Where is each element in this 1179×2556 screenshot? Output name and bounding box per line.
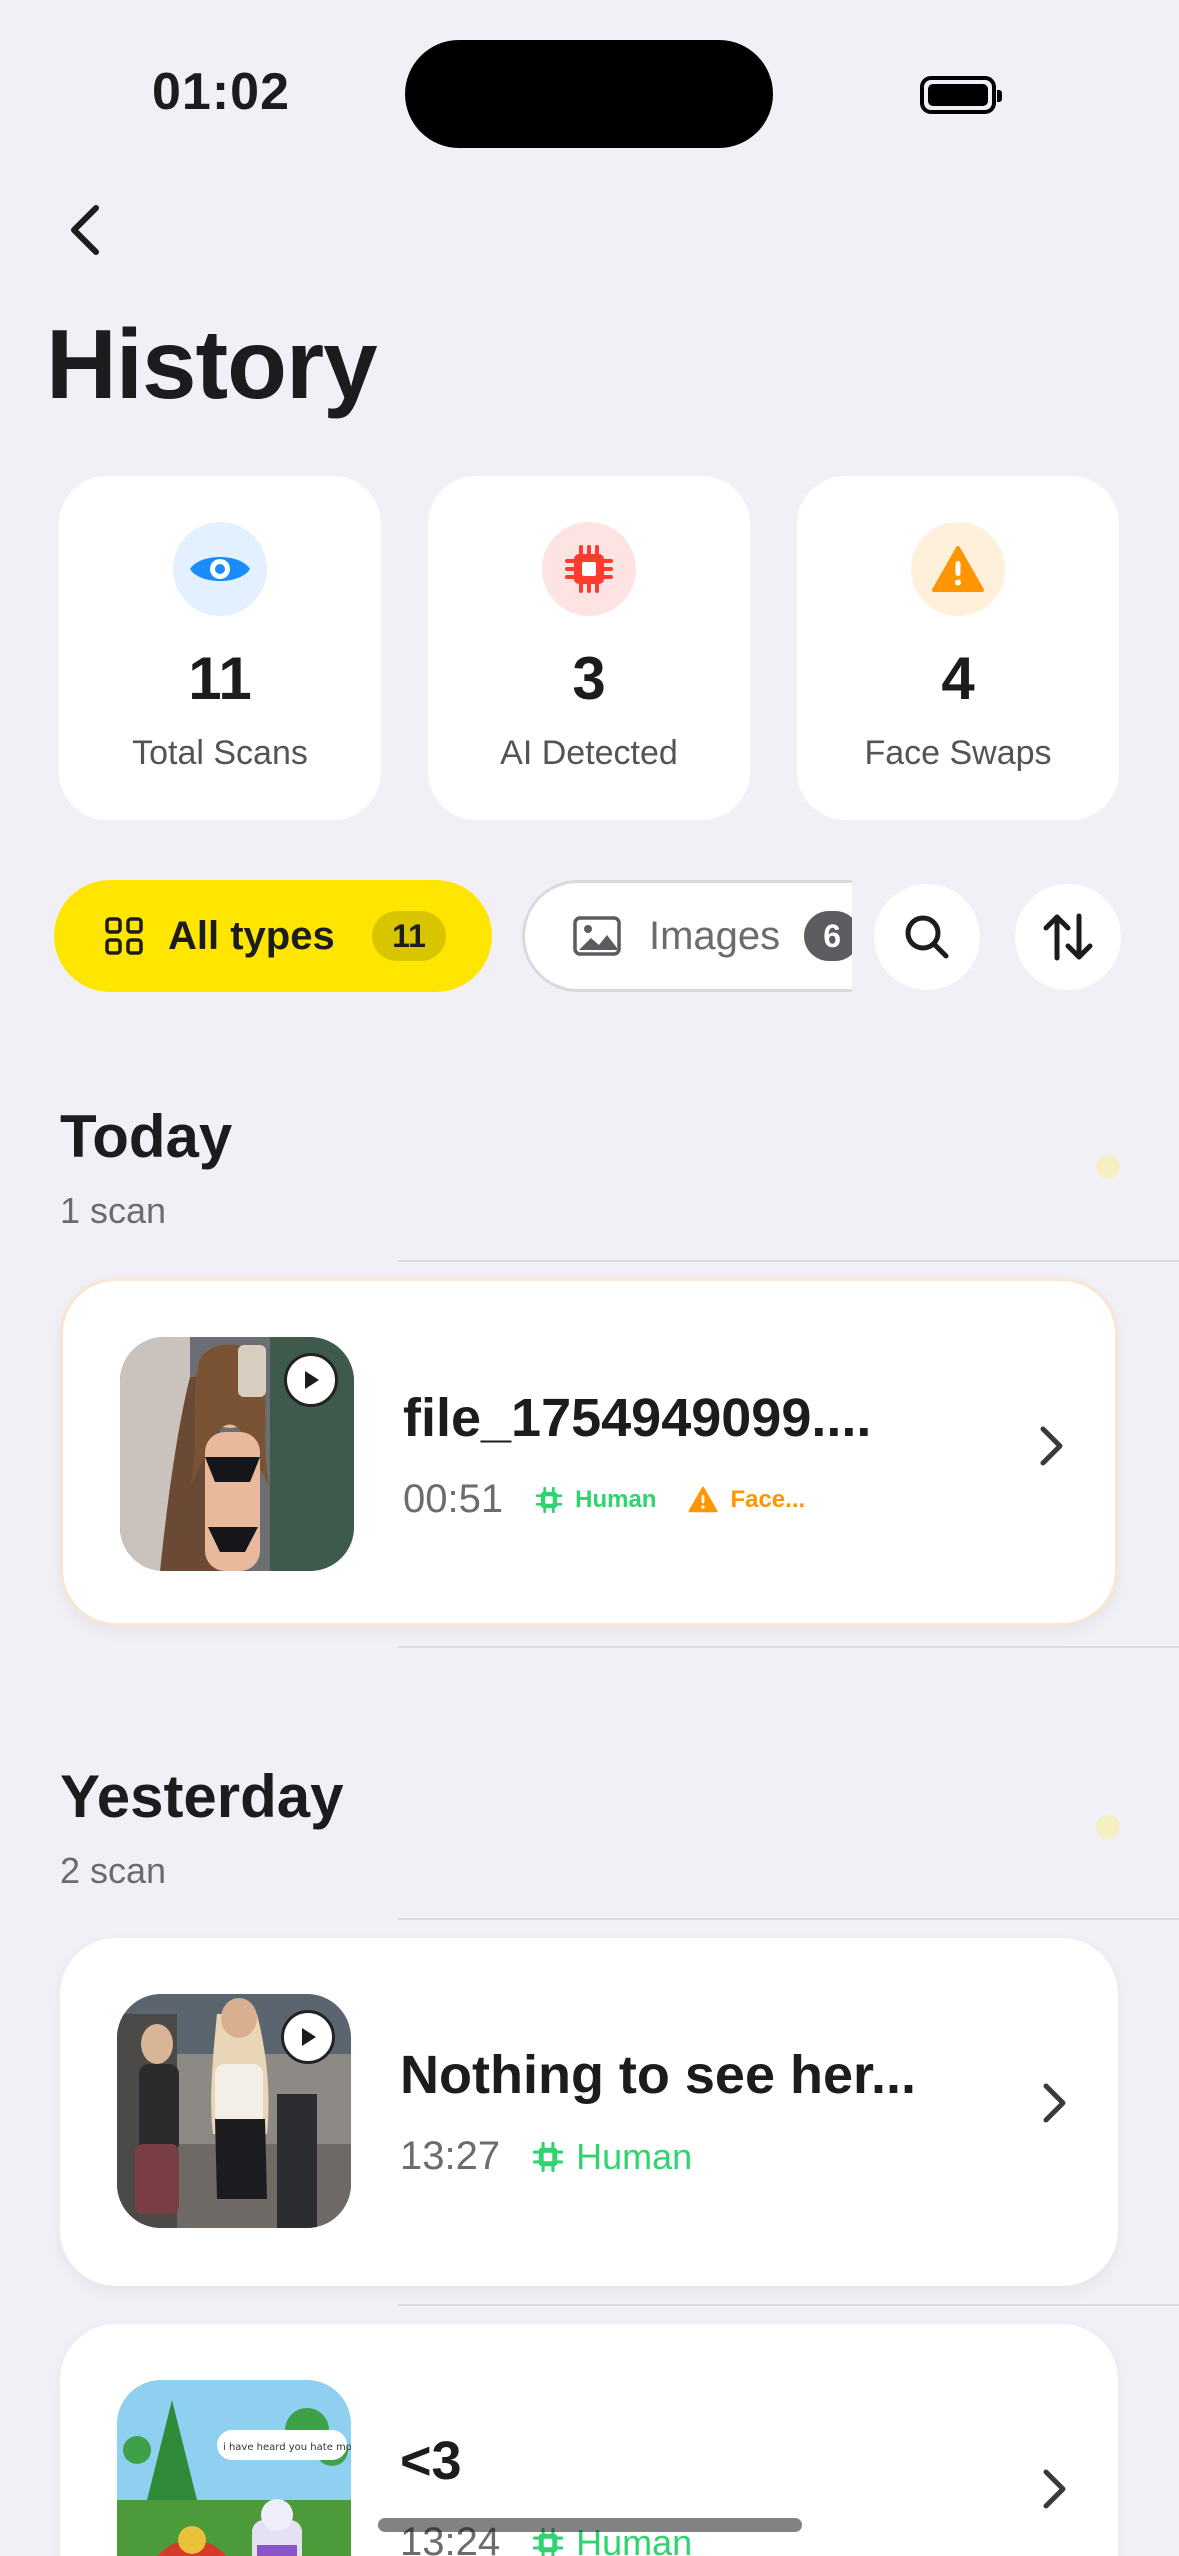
- stat-label: AI Detected: [500, 734, 678, 772]
- divider: [398, 1260, 1179, 1262]
- status-dot: [1096, 1815, 1120, 1839]
- video-thumbnail: [117, 1994, 351, 2228]
- tag-label: Human: [576, 2135, 693, 2177]
- game-thumbnail: i have heard you hate monke: [117, 2380, 351, 2556]
- sort-arrows-icon: [1043, 913, 1093, 961]
- section-subtitle: 1 scan: [60, 1190, 167, 1231]
- divider: [398, 2304, 1179, 2306]
- grid-icon: [105, 917, 143, 955]
- stat-card-total-scans: 11 Total Scans: [59, 476, 381, 820]
- cpu-chip-icon: [533, 2141, 564, 2172]
- scan-file-name: file_1754949099....: [403, 1388, 872, 1448]
- image-icon: [573, 916, 621, 956]
- chevron-right-icon: [1043, 2469, 1066, 2509]
- scan-card[interactable]: file_1754949099.... 00:51 Human Face...: [60, 1278, 1118, 1626]
- filter-count-badge: 6: [804, 911, 852, 961]
- divider: [398, 1918, 1179, 1920]
- chevron-right-icon: [1040, 1426, 1063, 1466]
- warning-icon: [911, 522, 1005, 616]
- search-icon: [905, 915, 949, 959]
- filter-chip-images[interactable]: Images 6: [522, 880, 852, 992]
- status-time: 01:02: [152, 63, 290, 121]
- cpu-chip-icon: [535, 1486, 563, 1513]
- video-thumbnail: [120, 1337, 354, 1571]
- home-indicator[interactable]: [378, 2518, 802, 2532]
- section-subtitle: 2 scan: [60, 1850, 167, 1891]
- filter-chips-scroller[interactable]: Images 6: [522, 880, 852, 992]
- search-button[interactable]: [874, 884, 980, 990]
- sort-button[interactable]: [1015, 884, 1121, 990]
- warning-icon: [689, 1486, 718, 1513]
- tag-label: Face...: [730, 1485, 806, 1513]
- stat-value: 11: [188, 645, 252, 712]
- result-tag-face-swap: Face...: [688, 1486, 805, 1514]
- filter-chip-label: Images: [649, 913, 781, 958]
- filter-count-badge: 11: [372, 911, 446, 961]
- play-icon: [281, 2010, 335, 2064]
- result-tag-human: Human: [532, 2136, 692, 2178]
- section-title-today: Today: [60, 1103, 233, 1170]
- filter-chip-label: All types: [168, 913, 335, 958]
- stat-card-ai-detected: 3 AI Detected: [428, 476, 750, 820]
- filter-chip-all-types[interactable]: All types 11: [54, 880, 492, 992]
- scan-file-name: <3: [400, 2431, 462, 2491]
- eye-icon: [173, 522, 267, 616]
- stat-value: 3: [572, 645, 606, 712]
- back-button[interactable]: [55, 190, 115, 270]
- scan-duration: 00:51: [403, 1477, 504, 1521]
- scan-file-name: Nothing to see her...: [400, 2045, 917, 2105]
- status-dot: [1096, 1155, 1120, 1179]
- scan-card[interactable]: Nothing to see her... 13:27 Human: [60, 1938, 1118, 2286]
- battery-icon: [920, 76, 1002, 114]
- chevron-left-icon: [71, 205, 99, 255]
- scan-duration: 13:27: [400, 2134, 501, 2178]
- chevron-right-icon: [1043, 2083, 1066, 2123]
- stat-card-face-swaps: 4 Face Swaps: [797, 476, 1119, 820]
- divider: [398, 1646, 1179, 1648]
- play-icon: [284, 1353, 338, 1407]
- stat-label: Total Scans: [132, 734, 308, 772]
- dynamic-island: [405, 40, 773, 148]
- scan-meta: 00:51 Human Face...: [403, 1477, 805, 1522]
- scan-meta: 13:27 Human: [400, 2134, 692, 2179]
- thumb-caption: i have heard you hate monke: [223, 2442, 351, 2453]
- page-title: History: [46, 309, 378, 419]
- stat-label: Face Swaps: [864, 734, 1052, 772]
- cpu-chip-icon: [542, 522, 636, 616]
- stat-value: 4: [941, 645, 975, 712]
- tag-label: Human: [575, 1485, 657, 1513]
- section-title-yesterday: Yesterday: [60, 1763, 344, 1830]
- result-tag-human: Human: [535, 1486, 656, 1514]
- history-screen: 01:02 History 11 Total Scans 3 AI Detect…: [0, 0, 1179, 2556]
